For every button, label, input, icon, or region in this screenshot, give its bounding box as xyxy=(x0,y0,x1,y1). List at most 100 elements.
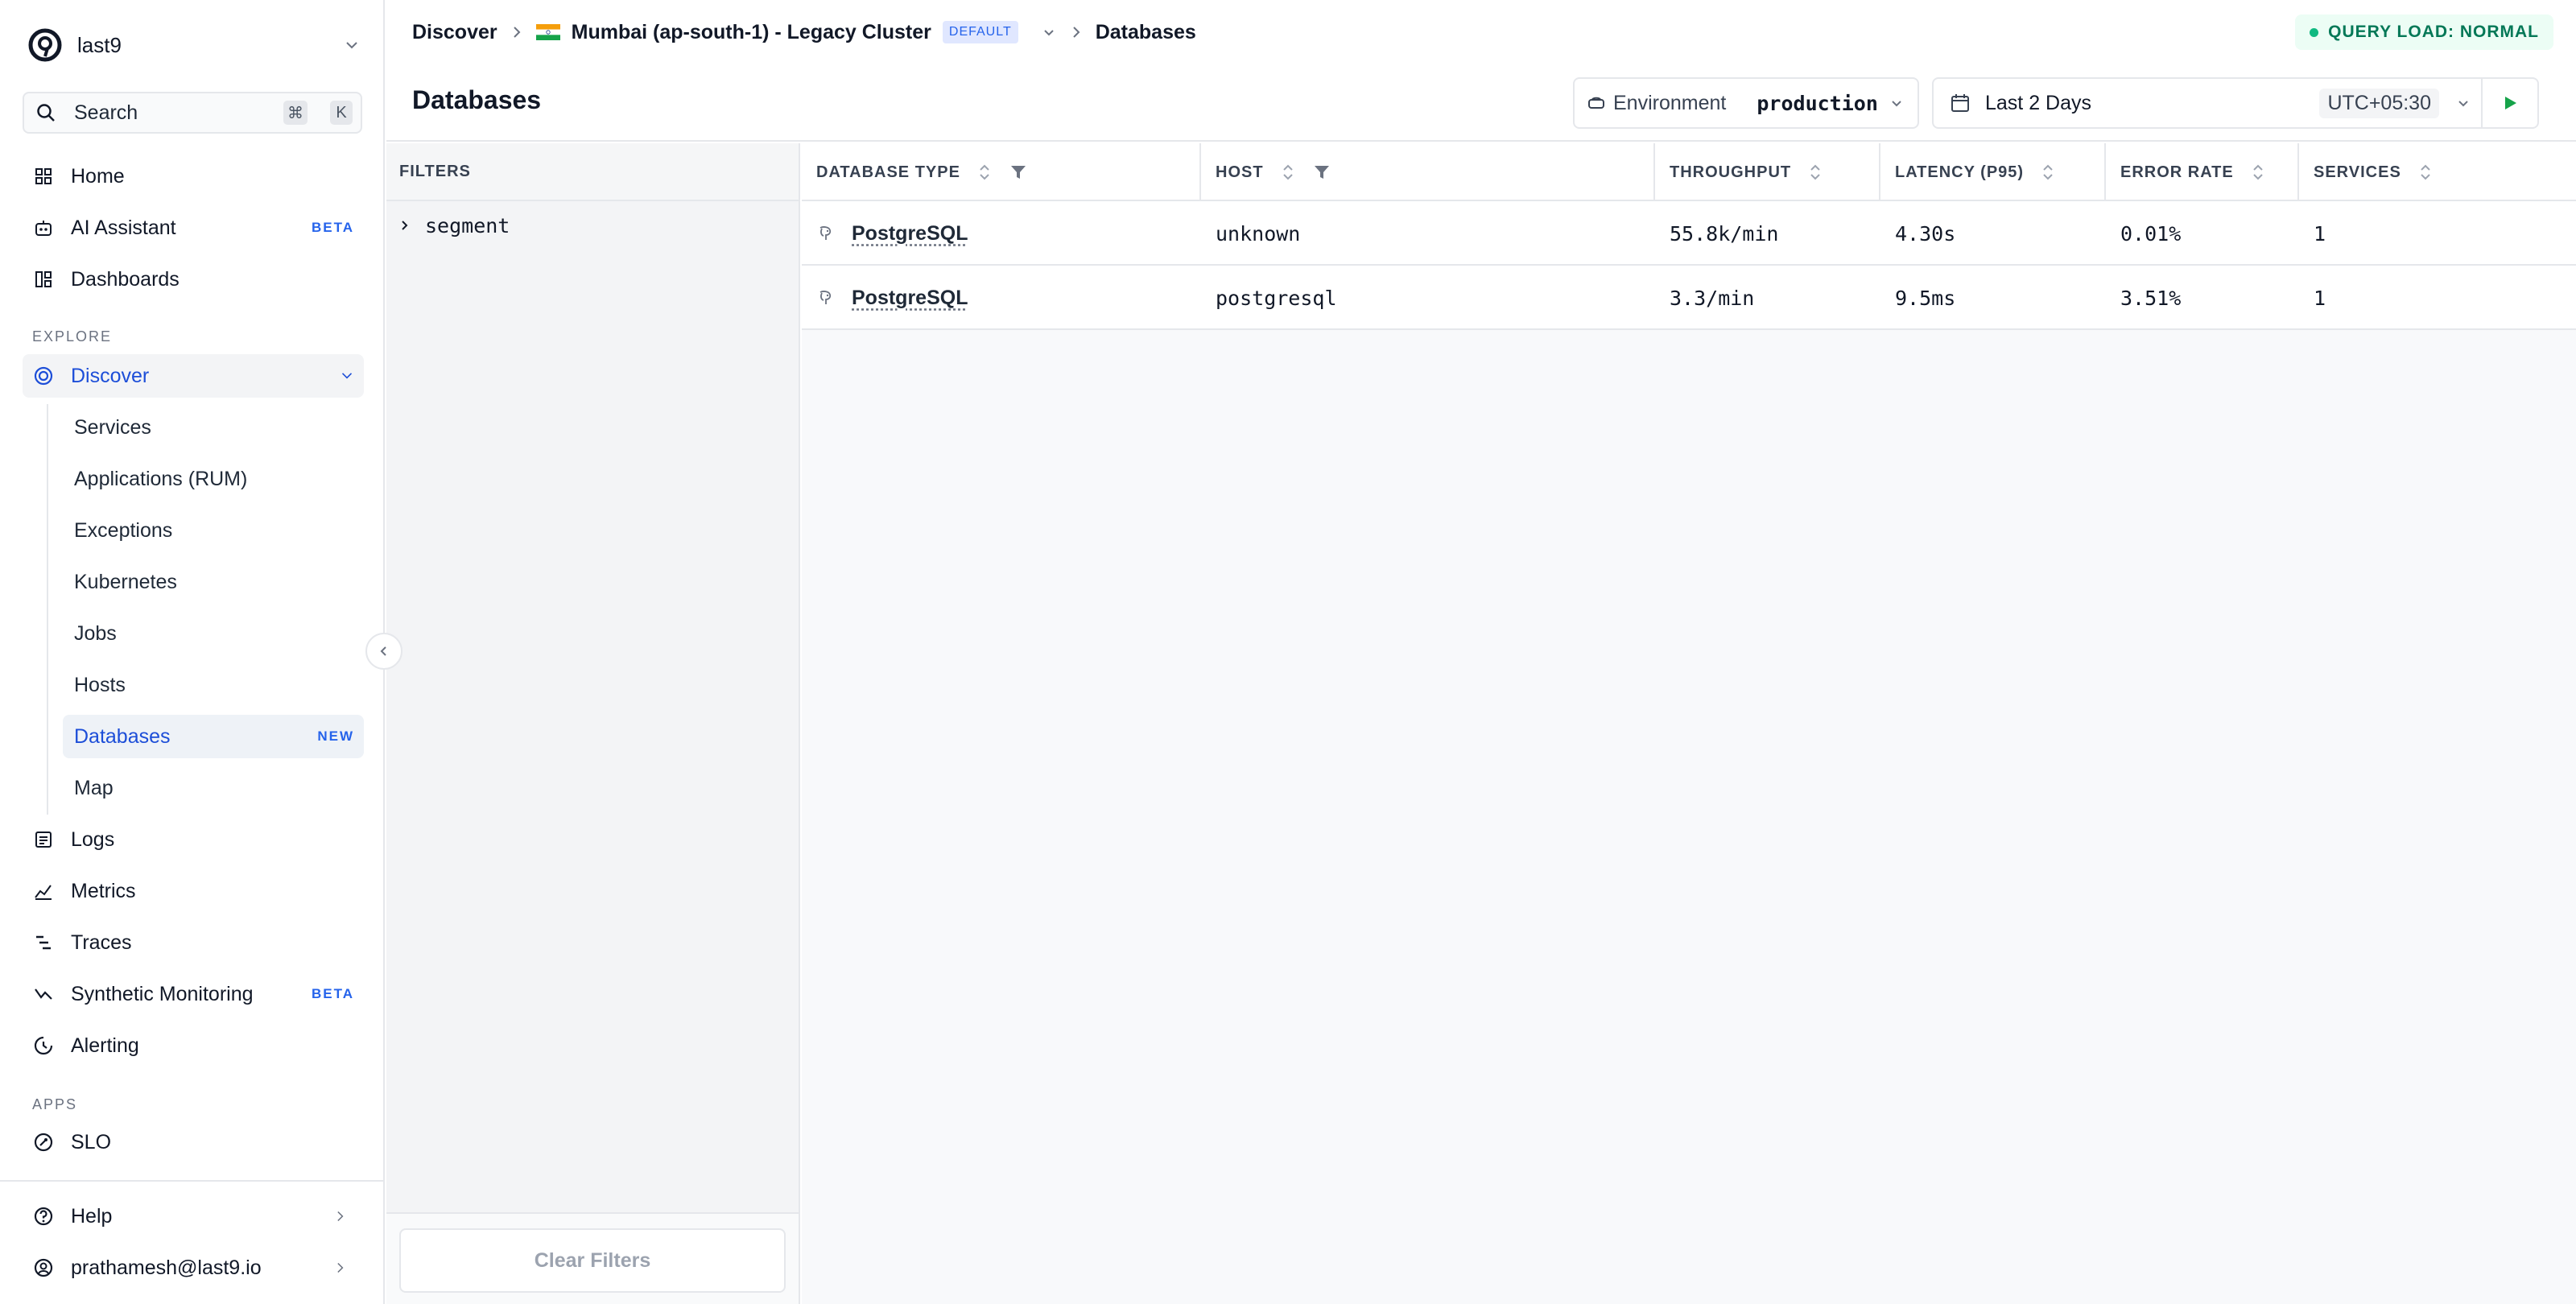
sort-icon[interactable] xyxy=(2416,163,2435,182)
timezone-badge[interactable]: UTC+05:30 xyxy=(2319,88,2439,118)
column-label: DATABASE TYPE xyxy=(816,163,960,181)
apps-section-label: APPS xyxy=(32,1096,78,1112)
nav-metrics[interactable]: Metrics xyxy=(23,869,364,913)
table-row[interactable]: PostgreSQL postgresql 3.3/min 9.5ms 3.51… xyxy=(802,266,2576,330)
sidebar-divider xyxy=(0,1180,385,1182)
nav-slo[interactable]: SLO xyxy=(23,1120,364,1164)
filters-title: FILTERS xyxy=(386,143,799,201)
nav-jobs[interactable]: Jobs xyxy=(63,612,364,655)
breadcrumb-cluster[interactable]: Mumbai (ap-south-1) - Legacy Cluster xyxy=(572,21,931,44)
column-services[interactable]: SERVICES xyxy=(2299,143,2576,201)
nav-hosts[interactable]: Hosts xyxy=(63,663,364,707)
org-switcher[interactable]: last9 xyxy=(27,24,361,66)
nav-synthetic-monitoring[interactable]: Synthetic Monitoring BETA xyxy=(23,972,364,1016)
cell-host: postgresql xyxy=(1216,286,1337,310)
nav-traces[interactable]: Traces xyxy=(23,921,364,964)
postgresql-icon xyxy=(819,226,832,240)
nav-discover-label: Discover xyxy=(71,364,150,387)
nav-services-label: Services xyxy=(74,415,151,439)
beta-badge: BETA xyxy=(311,220,354,235)
column-throughput[interactable]: THROUGHPUT xyxy=(1655,143,1880,201)
cell-services: 1 xyxy=(2314,221,2326,246)
user-menu[interactable]: prathamesh@last9.io xyxy=(23,1246,364,1290)
nav-services[interactable]: Services xyxy=(63,406,364,449)
sort-icon[interactable] xyxy=(1278,163,1298,182)
column-label: THROUGHPUT xyxy=(1670,163,1792,181)
run-query-button[interactable] xyxy=(2481,79,2537,127)
nav-help[interactable]: Help xyxy=(23,1195,364,1238)
sort-icon[interactable] xyxy=(2248,163,2268,182)
column-database-type[interactable]: DATABASE TYPE xyxy=(802,143,1201,201)
traces-icon xyxy=(36,935,51,950)
column-latency[interactable]: LATENCY (P95) xyxy=(1880,143,2106,201)
chevron-right-icon xyxy=(337,1262,344,1273)
chevron-down-icon xyxy=(346,42,357,49)
search-input[interactable]: Search ⌘ K xyxy=(23,92,362,134)
play-icon xyxy=(2505,97,2516,109)
alerting-icon xyxy=(34,1036,53,1055)
search-icon xyxy=(37,104,55,122)
time-range-picker[interactable]: Last 2 Days UTC+05:30 xyxy=(1932,77,2539,129)
india-flag-icon xyxy=(535,24,560,40)
chevron-down-icon xyxy=(2458,101,2468,107)
nav-map[interactable]: Map xyxy=(63,766,364,810)
environment-value: production xyxy=(1757,91,1878,115)
cell-host: unknown xyxy=(1216,221,1301,246)
nav-logs-label: Logs xyxy=(71,827,115,851)
user-avatar-icon xyxy=(34,1258,53,1277)
nav-logs[interactable]: Logs xyxy=(23,818,364,861)
last9-logo-icon xyxy=(28,28,62,62)
environment-selector[interactable]: Environment production xyxy=(1573,77,1919,129)
clear-filters-button[interactable]: Clear Filters xyxy=(399,1228,786,1293)
explore-section-label: EXPLORE xyxy=(32,328,113,345)
nav-slo-label: SLO xyxy=(71,1130,112,1153)
postgresql-icon xyxy=(819,291,832,304)
synthetic-icon xyxy=(35,988,52,1000)
nav-applications-rum[interactable]: Applications (RUM) xyxy=(63,457,364,501)
cell-database-type: PostgreSQL xyxy=(802,201,1201,266)
cell-error-rate: 0.01% xyxy=(2120,221,2182,246)
breadcrumb-discover[interactable]: Discover xyxy=(412,21,497,44)
nav-traces-label: Traces xyxy=(71,931,132,954)
nav-home[interactable]: Home xyxy=(23,155,364,198)
chevron-left-icon xyxy=(380,646,386,656)
nav-dashboards-label: Dashboards xyxy=(71,267,180,291)
column-error-rate[interactable]: ERROR RATE xyxy=(2106,143,2299,201)
nav-kubernetes[interactable]: Kubernetes xyxy=(63,560,364,604)
nav-home-label: Home xyxy=(71,164,125,188)
database-link[interactable]: PostgreSQL xyxy=(852,287,968,310)
table-row[interactable]: PostgreSQL unknown 55.8k/min 4.30s 0.01%… xyxy=(802,201,2576,266)
nav-synthetic-label: Synthetic Monitoring xyxy=(71,982,254,1005)
search-label: Search xyxy=(74,101,138,124)
nav-metrics-label: Metrics xyxy=(71,879,136,902)
filter-group-segment[interactable]: segment xyxy=(386,201,799,250)
cell-latency: 9.5ms xyxy=(1895,286,1956,310)
environment-label: Environment xyxy=(1613,91,1727,114)
query-load-label: QUERY LOAD: NORMAL xyxy=(2328,23,2539,41)
nav-help-label: Help xyxy=(71,1204,113,1228)
new-badge: NEW xyxy=(317,728,354,744)
filter-icon[interactable] xyxy=(1009,163,1028,182)
chevron-down-icon xyxy=(341,373,353,379)
nav-discover[interactable]: Discover xyxy=(23,354,364,398)
nav-exceptions[interactable]: Exceptions xyxy=(63,509,364,552)
sort-icon[interactable] xyxy=(1806,163,1825,182)
database-link[interactable]: PostgreSQL xyxy=(852,222,968,246)
sort-icon[interactable] xyxy=(2038,163,2058,182)
nav-dashboards[interactable]: Dashboards xyxy=(23,258,364,301)
sidebar-collapse-button[interactable] xyxy=(365,633,402,670)
column-host[interactable]: HOST xyxy=(1201,143,1655,201)
sort-icon[interactable] xyxy=(975,163,994,182)
nav-applications-label: Applications (RUM) xyxy=(74,467,248,490)
filter-icon[interactable] xyxy=(1312,163,1331,182)
nav-databases[interactable]: Databases NEW xyxy=(63,715,364,758)
nav-ai-assistant[interactable]: AI Assistant BETA xyxy=(23,206,364,250)
nav-alerting-label: Alerting xyxy=(71,1034,139,1057)
nav-ai-assistant-label: AI Assistant xyxy=(71,216,176,239)
time-range-value: Last 2 Days xyxy=(1985,91,2092,114)
nav-alerting[interactable]: Alerting xyxy=(23,1024,364,1067)
page-header: Discover Mumbai (ap-south-1) - Legacy Cl… xyxy=(386,0,2576,142)
chevron-down-icon[interactable] xyxy=(1041,24,1057,40)
column-label: ERROR RATE xyxy=(2120,163,2234,181)
breadcrumb: Discover Mumbai (ap-south-1) - Legacy Cl… xyxy=(412,16,1196,48)
